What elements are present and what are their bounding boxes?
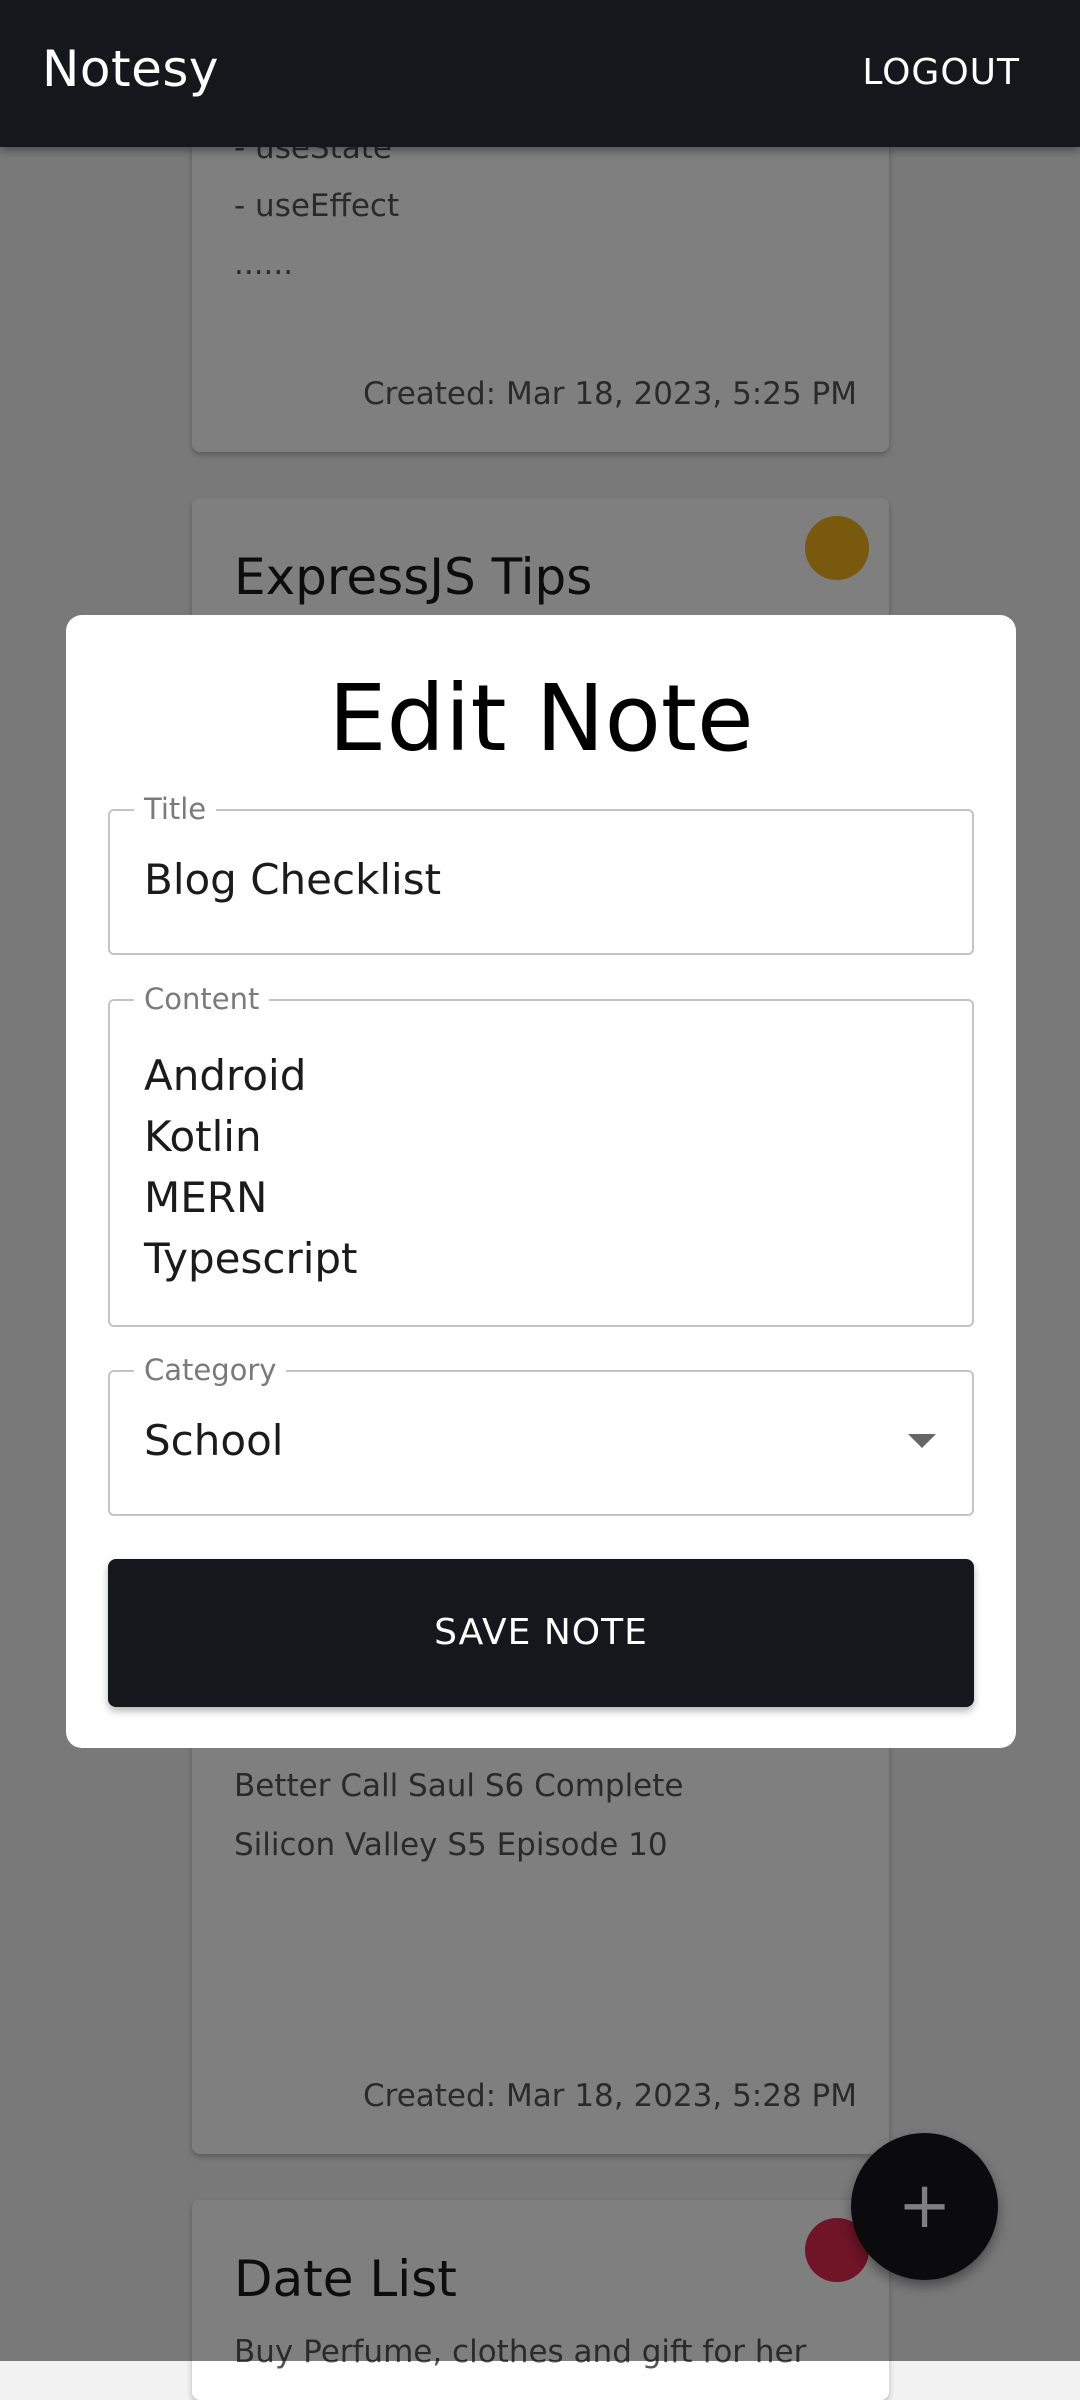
chevron-down-icon[interactable]: [908, 1434, 936, 1448]
logout-button[interactable]: LOGOUT: [862, 52, 1020, 93]
category-selected-value: School: [144, 1416, 284, 1465]
content-line: Kotlin: [144, 1112, 262, 1161]
app-bar: Notesy LOGOUT: [0, 0, 1080, 147]
content-field[interactable]: Content Android Kotlin MERN Typescript: [108, 981, 974, 1327]
category-field-label: Category: [134, 1352, 287, 1388]
title-input[interactable]: Blog Checklist: [144, 855, 441, 904]
category-select[interactable]: Category School: [108, 1352, 974, 1516]
title-field-label: Title: [134, 791, 217, 827]
content-field-label: Content: [134, 981, 270, 1017]
save-note-button[interactable]: SAVE NOTE: [108, 1559, 974, 1707]
content-textarea[interactable]: Android Kotlin MERN Typescript: [144, 1045, 358, 1289]
app-title: Notesy: [42, 40, 219, 98]
edit-note-dialog: Edit Note Title Blog Checklist Content A…: [66, 615, 1016, 1748]
title-field[interactable]: Title Blog Checklist: [108, 791, 974, 955]
content-line: Typescript: [144, 1234, 358, 1283]
dialog-title: Edit Note: [328, 665, 754, 772]
content-line: Android: [144, 1051, 307, 1100]
content-line: MERN: [144, 1173, 268, 1222]
